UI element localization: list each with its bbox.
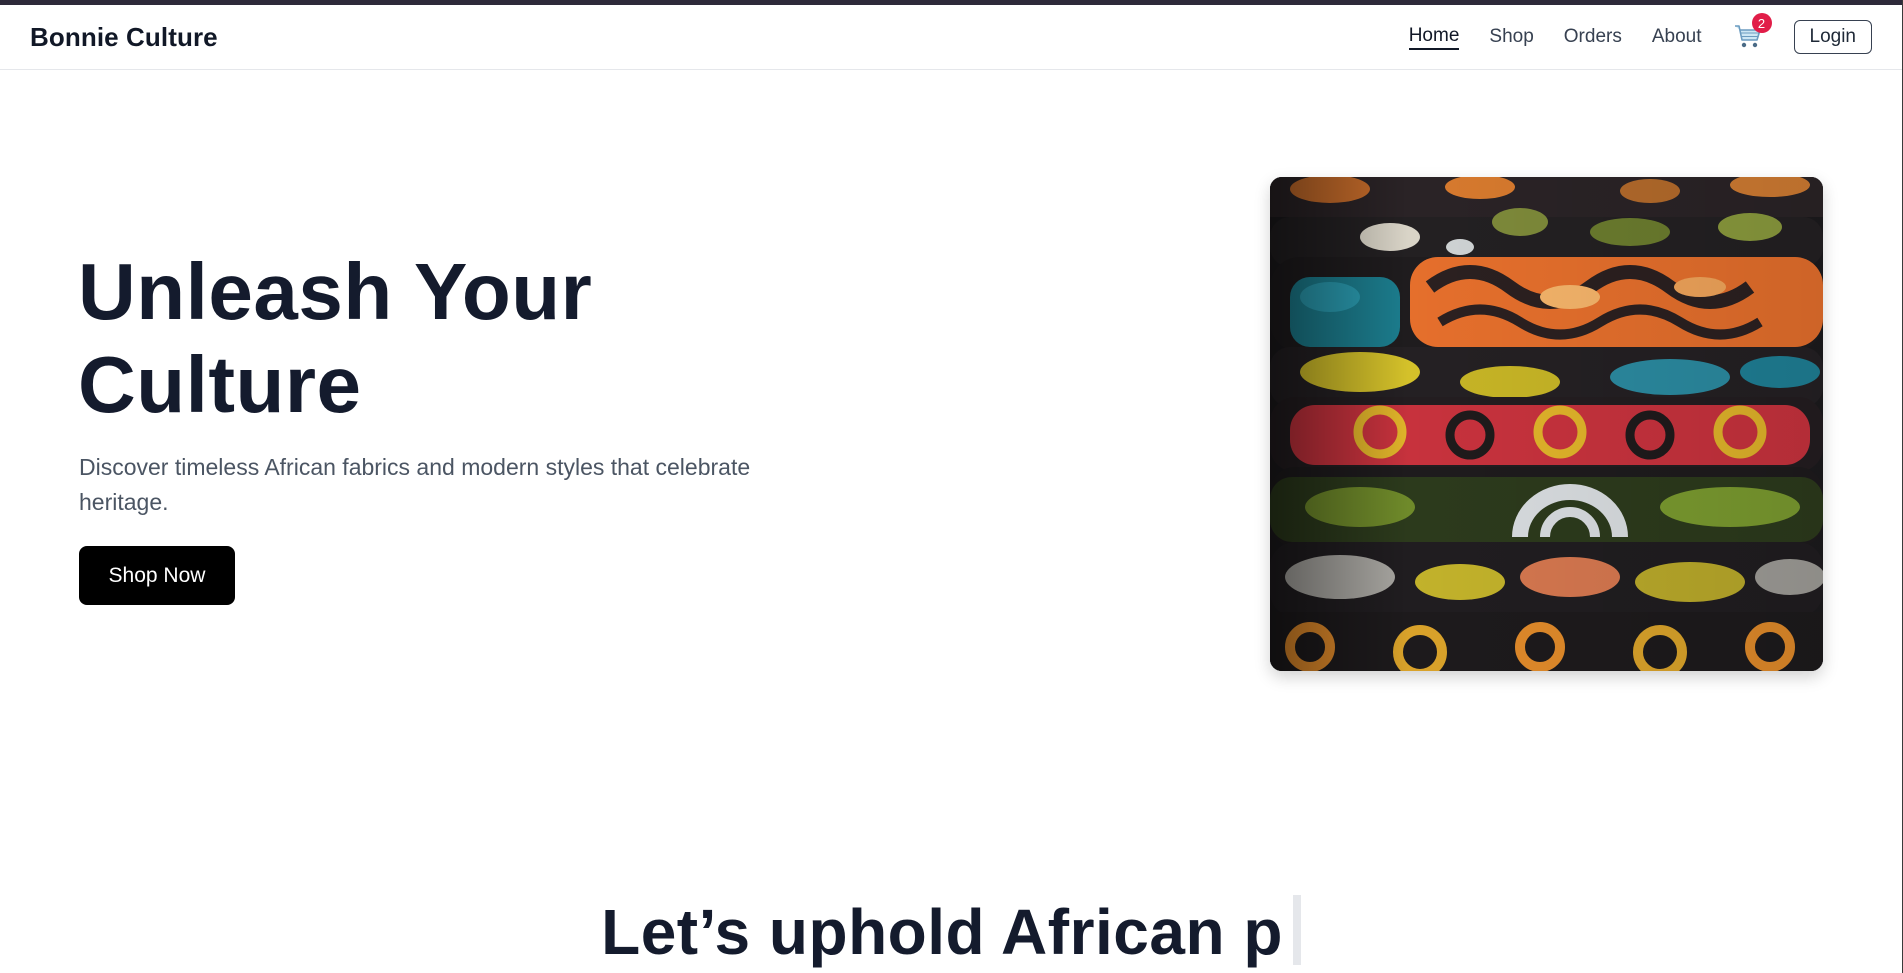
- tagline-heading: Let’s uphold African p: [601, 895, 1301, 970]
- hero-title: Unleash Your Culture: [78, 245, 878, 431]
- hero-title-line-2: Culture: [78, 340, 362, 429]
- brand-logo[interactable]: Bonnie Culture: [30, 22, 218, 53]
- shop-now-button[interactable]: Shop Now: [79, 546, 235, 605]
- tagline-text: Let’s uphold African p: [601, 896, 1283, 968]
- nav-home-link[interactable]: Home: [1408, 25, 1460, 50]
- hero-fabric-image: [1270, 177, 1823, 671]
- cart-count-badge: 2: [1751, 13, 1772, 33]
- nav-shop-link[interactable]: Shop: [1489, 26, 1533, 48]
- login-button[interactable]: Login: [1793, 20, 1872, 54]
- hero-title-line-1: Unleash Your: [78, 247, 593, 336]
- tagline-section: Let’s uphold African p: [0, 895, 1902, 970]
- typing-caret: [1292, 895, 1301, 965]
- nav-menu: Home Shop Orders About 2 Login: [1408, 13, 1872, 54]
- cart-button[interactable]: 2: [1732, 13, 1772, 53]
- navbar: Bonnie Culture Home Shop Orders About 2 …: [0, 5, 1902, 70]
- nav-about-link[interactable]: About: [1652, 26, 1702, 48]
- fabric-stack-illustration: [1270, 177, 1823, 671]
- hero-subtitle: Discover timeless African fabrics and mo…: [79, 454, 751, 515]
- nav-orders-link[interactable]: Orders: [1564, 26, 1622, 48]
